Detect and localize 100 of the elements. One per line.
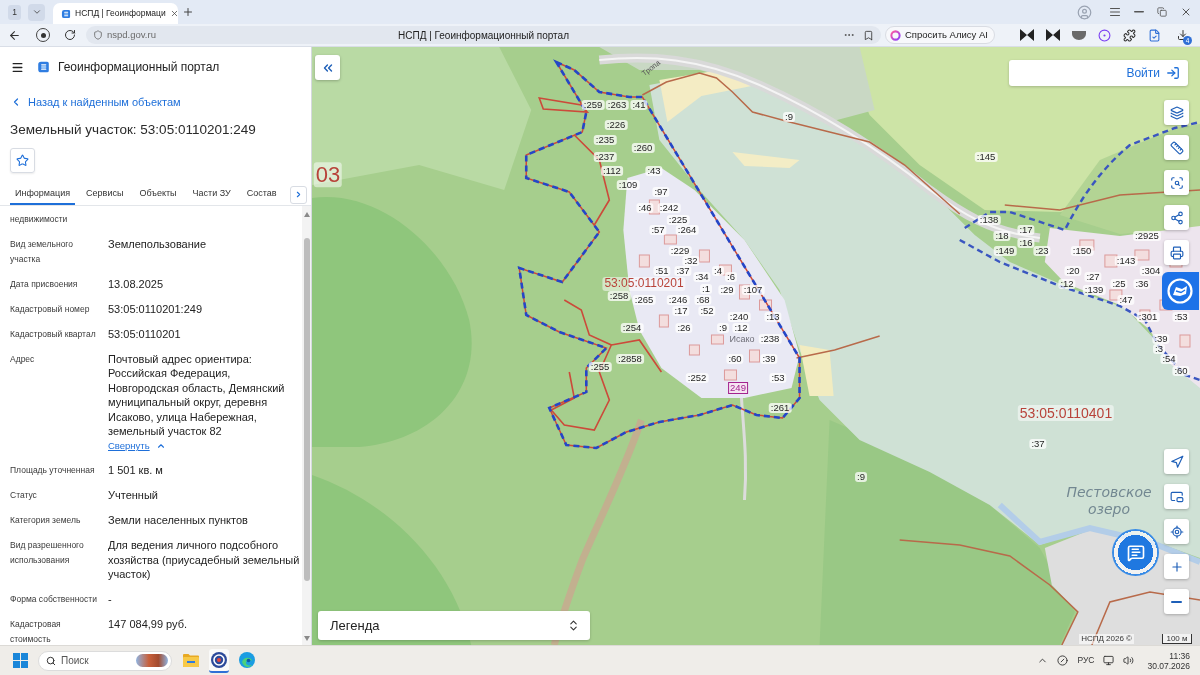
zoom-in-button[interactable] xyxy=(1164,554,1189,579)
plot-number-label: :32 xyxy=(682,256,700,266)
share-button[interactable] xyxy=(1164,205,1189,230)
printer-icon xyxy=(1169,245,1184,260)
photo-placeholder xyxy=(136,654,168,667)
minus-icon xyxy=(1171,600,1182,603)
taskbar-app-button[interactable] xyxy=(209,648,229,673)
close-window-icon[interactable] xyxy=(1180,6,1192,18)
field-label: Площадь уточненная xyxy=(10,464,96,478)
plot-number-label: :252 xyxy=(685,373,709,383)
plot-number-label: :23 xyxy=(1033,246,1051,256)
login-button[interactable]: Войти xyxy=(1009,60,1188,86)
close-icon[interactable] xyxy=(169,9,179,18)
search-input[interactable]: Поиск xyxy=(61,653,121,668)
menu-icon[interactable] xyxy=(11,60,24,74)
minimize-icon[interactable] xyxy=(1134,11,1144,13)
field-value: 53:05:0110201 xyxy=(108,327,182,342)
back-arrow-icon[interactable] xyxy=(8,28,21,42)
shield-icon[interactable] xyxy=(93,30,103,40)
plot-number-label: :68 xyxy=(694,295,712,305)
my-location-button[interactable] xyxy=(1164,449,1189,474)
plot-number-label: :20 xyxy=(1064,266,1082,276)
map-drawing[interactable] xyxy=(312,47,1200,645)
restore-icon[interactable] xyxy=(1157,7,1167,17)
chat-icon xyxy=(1126,543,1145,562)
locate-button[interactable] xyxy=(1164,519,1189,544)
ask-assistant-button[interactable]: Спросить Алису AI xyxy=(885,26,995,44)
favorite-button[interactable] xyxy=(10,148,35,173)
measure-button[interactable] xyxy=(1164,135,1189,160)
plot-number-label: :255 xyxy=(588,362,612,372)
start-button[interactable] xyxy=(11,651,29,670)
plot-number-label: :246 xyxy=(666,295,690,305)
scroll-up-icon[interactable] xyxy=(303,212,310,217)
address-field[interactable]: nspd.gov.ru НСПД | Геоинформационный портал xyxy=(86,26,881,44)
plot-number-label: :25 xyxy=(1110,279,1128,289)
speaker-icon[interactable] xyxy=(1123,655,1135,666)
four-squares-icon xyxy=(12,653,28,668)
plot-number-label: :54 xyxy=(1160,354,1178,364)
bookmark-icon[interactable] xyxy=(863,29,874,41)
puzzle-icon[interactable] xyxy=(1123,28,1136,42)
field-value: 13.08.2025 xyxy=(108,277,165,292)
collapse-panel-button[interactable] xyxy=(315,55,340,80)
bowl-icon[interactable] xyxy=(1072,30,1086,40)
plot-number-label: :238 xyxy=(758,334,782,344)
bowtie-icon[interactable] xyxy=(1046,29,1060,41)
side-panel-button[interactable] xyxy=(1162,272,1199,310)
language-indicator[interactable]: РУС xyxy=(1077,654,1095,667)
chevron-down-icon xyxy=(31,7,42,17)
scroll-down-icon[interactable] xyxy=(303,636,310,641)
area-select-button[interactable] xyxy=(1164,170,1189,195)
field-label: Форма собственности xyxy=(10,592,98,606)
selected-plot-label[interactable]: 249 xyxy=(728,382,748,394)
collapse-link[interactable]: Свернуть xyxy=(108,439,166,454)
quarter-number-label: 03 xyxy=(313,162,343,188)
browser-tab[interactable]: НСПД | Геоинформаци xyxy=(53,3,178,24)
clock[interactable]: 11:36 30.07.2026 xyxy=(1147,650,1190,671)
field-value: Земли населенных пунктов xyxy=(108,513,249,529)
tab-counter[interactable]: 1 xyxy=(8,4,21,20)
scrollbar[interactable] xyxy=(302,206,311,645)
slashed-circle-icon[interactable] xyxy=(1057,655,1069,666)
plot-number-label: :39 xyxy=(1152,334,1170,344)
plot-number-label: :12 xyxy=(1058,279,1076,289)
plot-number-label: :2925 xyxy=(1133,231,1161,241)
field-value: 147 084,99 руб. xyxy=(108,616,189,632)
minimap-button[interactable] xyxy=(1164,484,1189,509)
search-bar[interactable]: Поиск xyxy=(38,650,172,671)
stack-logo-icon xyxy=(37,60,50,74)
dot-icon xyxy=(40,32,46,38)
plot-number-label: :53 xyxy=(769,373,787,383)
legend-dropdown[interactable]: Легенда xyxy=(318,611,590,640)
panel-tab[interactable]: Состав xyxy=(241,184,282,205)
panel-tab[interactable]: Сервисы xyxy=(81,184,129,205)
navigation-arrow-icon xyxy=(1169,454,1184,469)
field-value: Землепользование xyxy=(108,237,208,252)
file-check-icon[interactable] xyxy=(1148,28,1161,42)
field-label: Вид разрешенного использования xyxy=(10,539,85,568)
panel-tab[interactable]: Объекты xyxy=(134,184,182,205)
layers-button[interactable] xyxy=(1164,100,1189,125)
new-tab-icon[interactable] xyxy=(182,6,194,18)
plot-number-label: :264 xyxy=(675,225,699,235)
reload-icon[interactable] xyxy=(64,29,76,41)
print-button[interactable] xyxy=(1164,240,1189,265)
menu-icon[interactable] xyxy=(1109,6,1121,18)
locate-icon xyxy=(1169,524,1184,539)
plot-number-label: :36 xyxy=(1133,279,1151,289)
target-icon[interactable] xyxy=(1098,28,1111,42)
back-link[interactable]: Назад к найденным объектам xyxy=(0,92,181,112)
bowtie-icon[interactable] xyxy=(1020,29,1034,41)
monitor-icon[interactable] xyxy=(1103,655,1115,666)
panel-tab[interactable]: Информация xyxy=(10,184,76,205)
scrollbar-thumb[interactable] xyxy=(303,238,310,581)
plot-number-label: :17 xyxy=(1017,225,1035,235)
panel-tab[interactable]: Части ЗУ xyxy=(187,184,236,205)
gradient-ring-icon xyxy=(890,29,901,41)
plot-number-label: :43 xyxy=(645,166,663,176)
field-label: Категория земель xyxy=(10,514,82,528)
zoom-out-button[interactable] xyxy=(1164,589,1189,614)
plot-number-label: :53 xyxy=(1172,312,1190,322)
plot-number-label: :259 xyxy=(581,100,605,110)
scan-search-icon xyxy=(1169,175,1184,190)
